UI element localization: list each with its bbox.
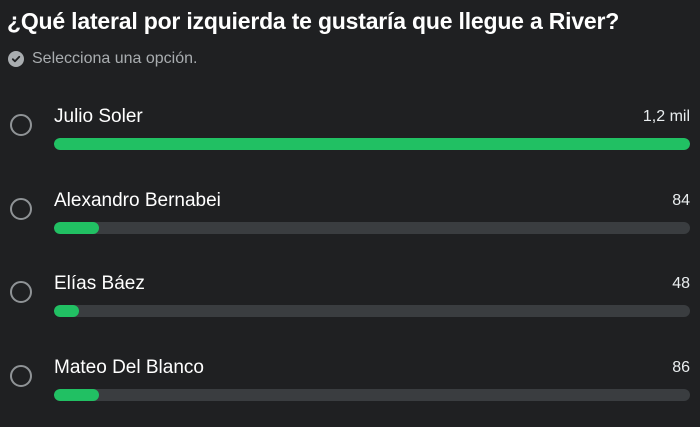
vote-count: 1,2 mil	[642, 108, 690, 125]
vote-count: 84	[672, 192, 690, 209]
option-label: Mateo Del Blanco	[54, 357, 204, 378]
poll-question: ¿Qué lateral por izquierda te gustaría q…	[7, 8, 620, 34]
radio-button[interactable]	[10, 114, 32, 136]
vote-bar-track	[54, 389, 690, 401]
vote-bar-track	[54, 222, 690, 234]
vote-bar-fill	[54, 389, 99, 401]
radio-button[interactable]	[10, 281, 32, 303]
poll-option-julio-soler[interactable]: Julio Soler 1,2 mil	[0, 106, 700, 176]
option-label: Elías Báez	[54, 273, 145, 294]
check-circle-icon	[8, 51, 24, 67]
vote-bar-fill	[54, 222, 99, 234]
poll-hint: Selecciona una opción.	[8, 50, 197, 68]
poll-hint-text: Selecciona una opción.	[32, 50, 198, 67]
radio-button[interactable]	[10, 365, 32, 387]
poll-card: ¿Qué lateral por izquierda te gustaría q…	[0, 0, 700, 415]
option-label: Julio Soler	[54, 106, 143, 127]
vote-bar-track	[54, 305, 690, 317]
vote-count: 48	[672, 275, 690, 292]
poll-option-alexandro-bernabei[interactable]: Alexandro Bernabei 84	[0, 190, 700, 260]
vote-bar-fill	[54, 138, 690, 150]
vote-bar-track	[54, 138, 690, 150]
poll-option-mateo-del-blanco[interactable]: Mateo Del Blanco 86	[0, 357, 700, 427]
radio-button[interactable]	[10, 198, 32, 220]
vote-bar-fill	[54, 305, 80, 317]
vote-count: 86	[672, 359, 690, 376]
option-label: Alexandro Bernabei	[54, 190, 221, 211]
poll-option-elias-baez[interactable]: Elías Báez 48	[0, 273, 700, 343]
